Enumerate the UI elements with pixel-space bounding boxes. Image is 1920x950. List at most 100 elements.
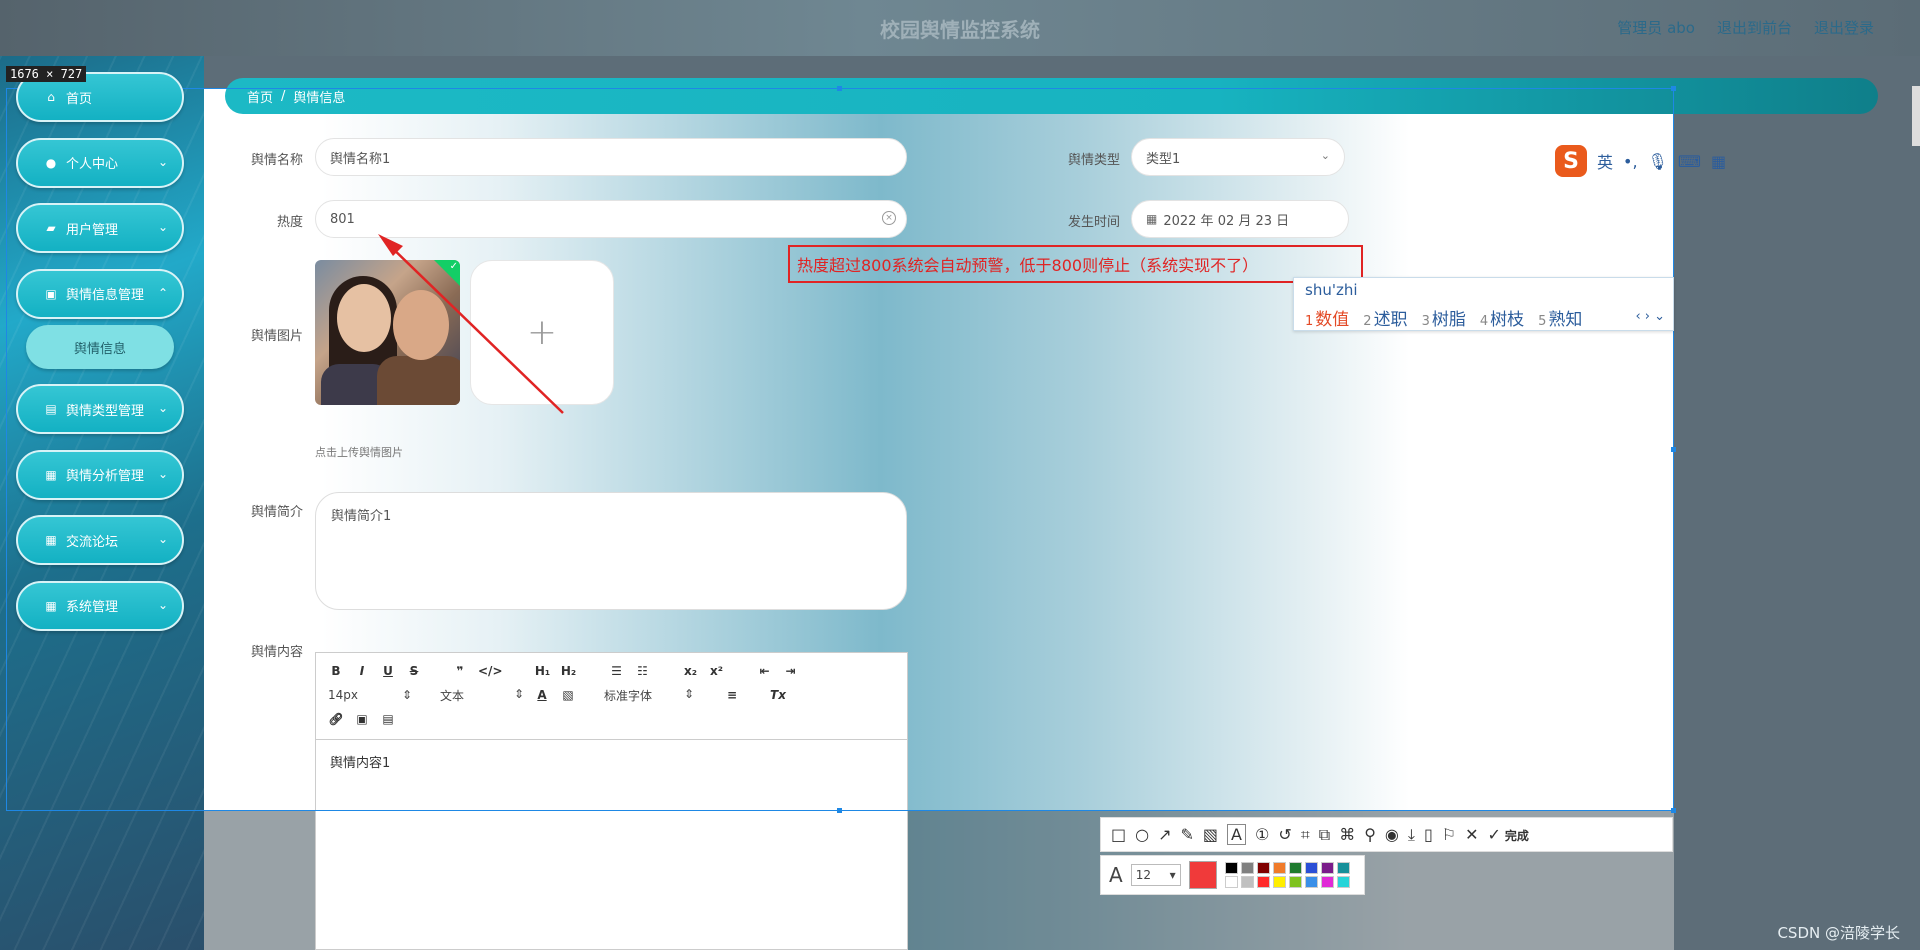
clear-icon[interactable]: × xyxy=(882,211,896,225)
color-swatch[interactable] xyxy=(1320,876,1334,888)
indent-icon[interactable]: ⇥ xyxy=(783,664,799,678)
ime-candidate[interactable]: 3 树脂 xyxy=(1422,305,1466,330)
logout-link[interactable]: 退出登录 xyxy=(1814,17,1874,38)
keyboard-icon[interactable]: ⌨︎ xyxy=(1678,152,1701,171)
translate-icon[interactable]: ⧉ xyxy=(1319,825,1330,845)
ime-candidate[interactable]: 2 述职 xyxy=(1363,305,1407,330)
sidebar-item-personal-center[interactable]: ● 个人中心 ⌄ xyxy=(16,137,184,188)
selection-handle[interactable] xyxy=(837,86,842,91)
color-swatch[interactable] xyxy=(1240,862,1254,874)
microphone-icon[interactable]: 🎙︎ xyxy=(1648,152,1668,171)
color-swatch[interactable] xyxy=(1288,876,1302,888)
sidebar-item-opinion-info-management[interactable]: ▣ 舆情信息管理 ⌃ xyxy=(16,268,184,319)
ime-page-nav[interactable]: ‹ › ⌄ xyxy=(1635,309,1665,324)
color-swatch[interactable] xyxy=(1224,862,1238,874)
undo-icon[interactable]: ↺ xyxy=(1278,825,1291,844)
ordered-list-icon[interactable]: ☰ xyxy=(609,664,625,678)
heat-input[interactable]: 801 × xyxy=(315,200,907,238)
color-swatch[interactable] xyxy=(1320,862,1334,874)
font-size-select[interactable]: 14px ⇕ xyxy=(328,688,412,702)
sidebar-item-opinion-type-management[interactable]: ▤ 舆情类型管理 ⌄ xyxy=(16,384,184,434)
editor-body[interactable]: 舆情内容1 xyxy=(316,740,907,783)
ime-pinyin: shu'zhi xyxy=(1305,281,1358,299)
sidebar-item-system-management[interactable]: ▦ 系统管理 ⌄ xyxy=(16,580,184,631)
color-swatch[interactable] xyxy=(1240,876,1254,888)
ocr-icon[interactable]: ⌘ xyxy=(1339,825,1355,844)
selection-handle[interactable] xyxy=(837,808,842,813)
pen-tool-icon[interactable]: ✎ xyxy=(1181,825,1194,844)
current-color-swatch[interactable] xyxy=(1188,861,1217,889)
mosaic-tool-icon[interactable]: ▧ xyxy=(1203,825,1218,844)
done-button[interactable]: ✓ 完成 xyxy=(1488,825,1529,844)
color-swatch[interactable] xyxy=(1336,876,1350,888)
h1-button[interactable]: H₁ xyxy=(535,664,551,678)
page-scrollbar[interactable] xyxy=(1912,86,1920,146)
color-swatch[interactable] xyxy=(1272,876,1286,888)
font-size-dropdown[interactable]: 12 ▾ xyxy=(1130,864,1181,886)
ime-candidate[interactable]: 4 树枝 xyxy=(1480,305,1524,330)
h2-button[interactable]: H₂ xyxy=(561,664,577,678)
link-icon[interactable]: 🔗︎ xyxy=(328,712,344,726)
strike-button[interactable]: S xyxy=(406,664,422,678)
intro-textarea[interactable]: 舆情简介1 xyxy=(315,492,907,610)
uploaded-photo[interactable]: ✓ xyxy=(315,260,460,405)
chevron-down-icon: ⌄ xyxy=(1320,149,1330,162)
back-to-front-link[interactable]: 退出到前台 xyxy=(1717,17,1792,38)
upload-button[interactable]: + xyxy=(470,260,614,405)
sidebar-subitem-opinion-info[interactable]: 舆情信息 xyxy=(26,325,174,369)
sidebar-item-user-management[interactable]: ▰ 用户管理 ⌄ xyxy=(16,203,184,253)
font-family-select[interactable]: 标准字体 ⇕ xyxy=(604,687,694,704)
italic-button[interactable]: I xyxy=(354,664,370,678)
align-icon[interactable]: ≡ xyxy=(724,688,740,702)
selection-handle[interactable] xyxy=(1671,808,1676,813)
bullet-list-icon[interactable]: ☷ xyxy=(635,664,651,678)
font-color-icon[interactable]: A xyxy=(534,688,550,702)
number-tool-icon[interactable]: ① xyxy=(1255,825,1269,844)
ellipse-tool-icon[interactable]: ○ xyxy=(1135,825,1149,844)
clear-format-button[interactable]: Tx xyxy=(770,688,786,702)
text-tool-icon[interactable]: A xyxy=(1227,824,1246,845)
superscript-button[interactable]: x² xyxy=(709,664,725,678)
breadcrumb-home[interactable]: 首页 xyxy=(247,87,273,106)
rectangle-tool-icon[interactable]: □ xyxy=(1111,825,1126,844)
ime-mode-toggle[interactable]: 英 xyxy=(1597,149,1613,173)
blockquote-button[interactable]: ❞ xyxy=(452,664,468,678)
apps-icon[interactable]: ▦ xyxy=(1711,152,1726,171)
selection-handle[interactable] xyxy=(1671,86,1676,91)
close-icon[interactable]: ✕ xyxy=(1465,825,1478,844)
bold-button[interactable]: B xyxy=(328,664,344,678)
color-swatch[interactable] xyxy=(1288,862,1302,874)
code-button[interactable]: </> xyxy=(478,664,503,678)
name-input[interactable]: 舆情名称1 xyxy=(315,138,907,176)
arrow-tool-icon[interactable]: ↗ xyxy=(1158,825,1171,844)
ime-punct-toggle[interactable]: •, xyxy=(1623,152,1638,171)
color-swatch[interactable] xyxy=(1256,862,1270,874)
ime-candidate[interactable]: 5 熟知 xyxy=(1538,305,1582,330)
background-color-icon[interactable]: ▧ xyxy=(560,688,576,702)
ime-candidate[interactable]: 1 数值 xyxy=(1305,305,1349,330)
subscript-button[interactable]: x₂ xyxy=(683,664,699,678)
image-icon[interactable]: ▣ xyxy=(354,712,370,726)
download-icon[interactable]: ⤓ xyxy=(1408,825,1415,845)
sidebar-item-opinion-analysis-management[interactable]: ▦ 舆情分析管理 ⌄ xyxy=(16,449,184,500)
underline-button[interactable]: U xyxy=(380,664,396,678)
color-swatch[interactable] xyxy=(1224,876,1238,888)
type-select[interactable]: 类型1 ⌄ xyxy=(1131,138,1345,176)
text-type-select[interactable]: 文本 ⇕ xyxy=(440,687,524,704)
color-swatch[interactable] xyxy=(1336,862,1350,874)
date-picker[interactable]: ▦ 2022 年 02 月 23 日 xyxy=(1131,200,1349,238)
color-swatch[interactable] xyxy=(1256,876,1270,888)
outdent-icon[interactable]: ⇤ xyxy=(757,664,773,678)
long-screenshot-icon[interactable]: ▯ xyxy=(1424,825,1433,844)
sidebar-item-forum[interactable]: ▦ 交流论坛 ⌄ xyxy=(16,515,184,565)
color-swatch[interactable] xyxy=(1304,862,1318,874)
pin-icon[interactable]: ⚲ xyxy=(1364,825,1376,844)
annotation-textbox[interactable]: 热度超过800系统会自动预警，低于800则停止（系统实现不了） xyxy=(788,245,1363,283)
color-swatch[interactable] xyxy=(1272,862,1286,874)
crop-icon[interactable]: ⌗ xyxy=(1301,825,1310,845)
bookmark-icon[interactable]: ⚐ xyxy=(1442,825,1456,844)
record-icon[interactable]: ◉ xyxy=(1385,825,1399,844)
video-icon[interactable]: ▤ xyxy=(380,712,396,726)
selection-handle[interactable] xyxy=(1671,447,1676,452)
color-swatch[interactable] xyxy=(1304,876,1318,888)
